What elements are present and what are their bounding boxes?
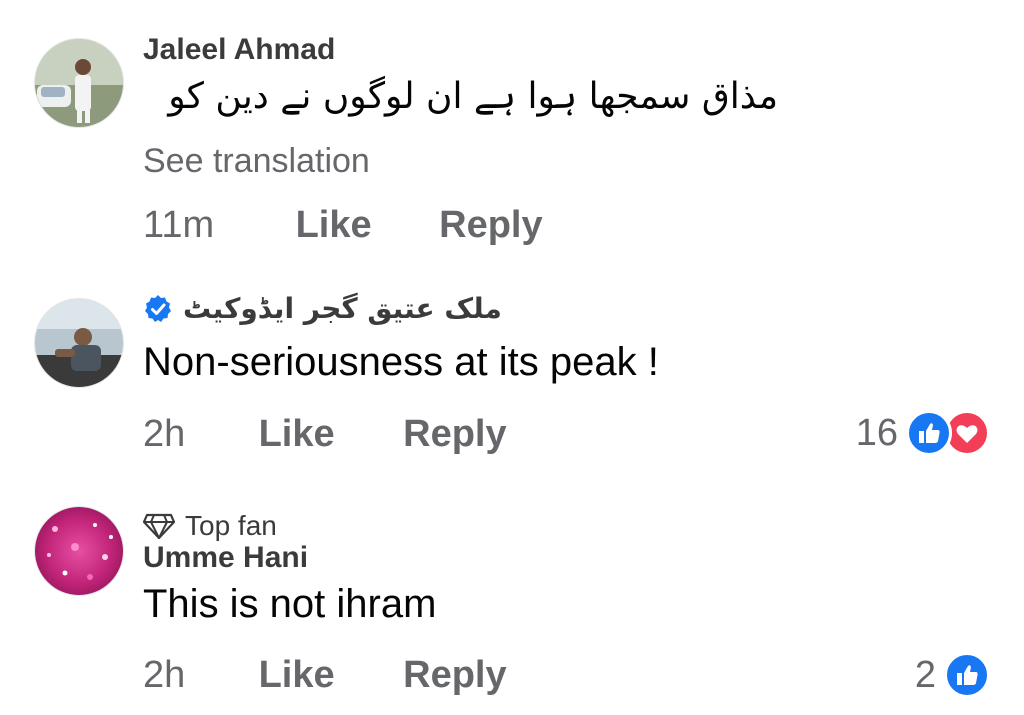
comment-timestamp: 2h	[143, 413, 186, 455]
reaction-count: 16	[855, 411, 898, 454]
avatar-photo	[35, 507, 123, 595]
see-translation-link[interactable]: See translation	[143, 142, 370, 181]
reaction-summary[interactable]: 2	[915, 652, 990, 698]
reply-button[interactable]: Reply	[403, 413, 506, 456]
avatar-photo	[35, 39, 123, 127]
avatar[interactable]	[34, 38, 124, 128]
reaction-count: 2	[914, 653, 936, 696]
comment-author[interactable]: Umme Hani	[143, 541, 308, 575]
avatar[interactable]	[34, 298, 124, 388]
reply-button[interactable]: Reply	[439, 204, 542, 247]
like-button[interactable]: Like	[296, 204, 429, 247]
like-button[interactable]: Like	[259, 654, 393, 697]
comment-timestamp: 2h	[143, 654, 186, 696]
author-name[interactable]: ملک عتیق گجر ایڈوکیٹ	[183, 292, 502, 325]
verified-badge-icon	[143, 294, 173, 324]
reply-button[interactable]: Reply	[403, 654, 506, 697]
comment-actions: 2h Like Reply	[143, 413, 507, 456]
reaction-summary[interactable]: 16	[856, 410, 990, 456]
comment-timestamp: 11m	[143, 204, 215, 246]
top-fan-label: Top fan	[185, 510, 277, 541]
comment-text: مذاق سمجھا ہوا ہے ان لوگوں نے دین کو	[168, 76, 778, 117]
comment-actions: 11m Like Reply	[143, 204, 543, 247]
avatar[interactable]	[34, 506, 124, 596]
avatar-photo	[35, 299, 123, 387]
comment-text: Non-seriousness at its peak !	[143, 340, 659, 384]
diamond-icon	[142, 513, 176, 540]
top-fan-badge: Top fan	[142, 510, 277, 542]
comment-actions: 2h Like Reply	[143, 654, 507, 697]
comment-author[interactable]: ملک عتیق گجر ایڈوکیٹ	[143, 292, 502, 325]
comment-text: This is not ihram	[143, 582, 437, 626]
like-icon	[906, 410, 952, 456]
comment-author[interactable]: Jaleel Ahmad	[143, 33, 335, 67]
like-button[interactable]: Like	[259, 413, 393, 456]
like-icon	[944, 652, 990, 698]
